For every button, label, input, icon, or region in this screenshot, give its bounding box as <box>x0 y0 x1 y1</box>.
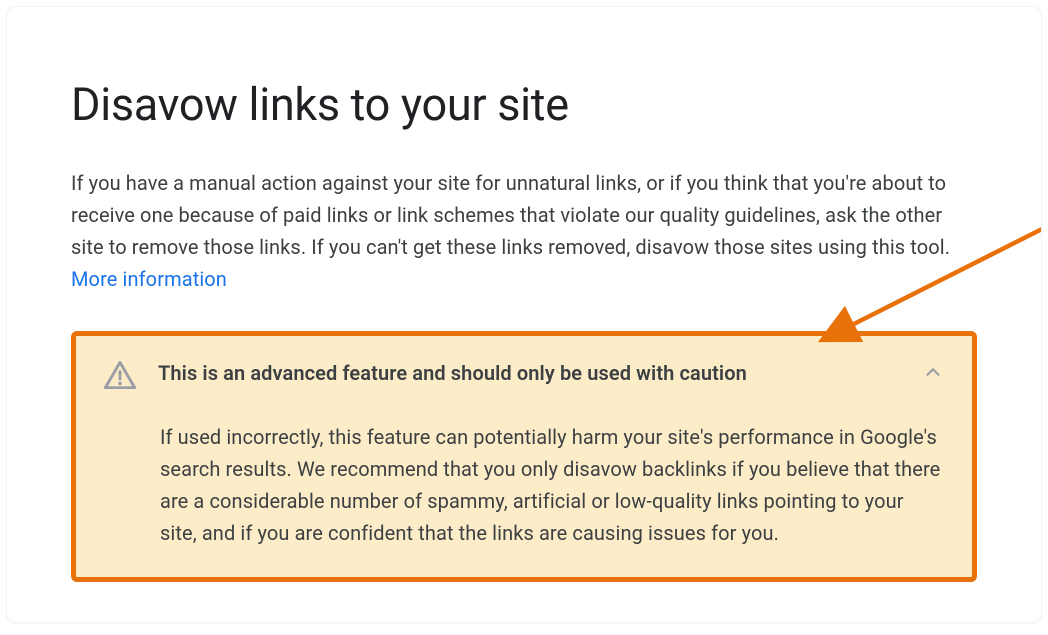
warning-header: This is an advanced feature and should o… <box>104 360 944 393</box>
warning-title: This is an advanced feature and should o… <box>158 360 900 387</box>
chevron-up-icon[interactable] <box>922 360 944 387</box>
warning-body: If used incorrectly, this feature can po… <box>160 421 944 549</box>
warning-icon <box>104 360 136 393</box>
more-information-link[interactable]: More information <box>71 267 227 291</box>
intro-paragraph: If you have a manual action against your… <box>71 167 951 295</box>
content-area: Disavow links to your site If you have a… <box>7 7 1041 582</box>
main-card: Disavow links to your site If you have a… <box>6 6 1042 623</box>
page-title: Disavow links to your site <box>71 79 977 131</box>
warning-box: This is an advanced feature and should o… <box>71 331 977 582</box>
intro-text: If you have a manual action against your… <box>71 171 950 259</box>
